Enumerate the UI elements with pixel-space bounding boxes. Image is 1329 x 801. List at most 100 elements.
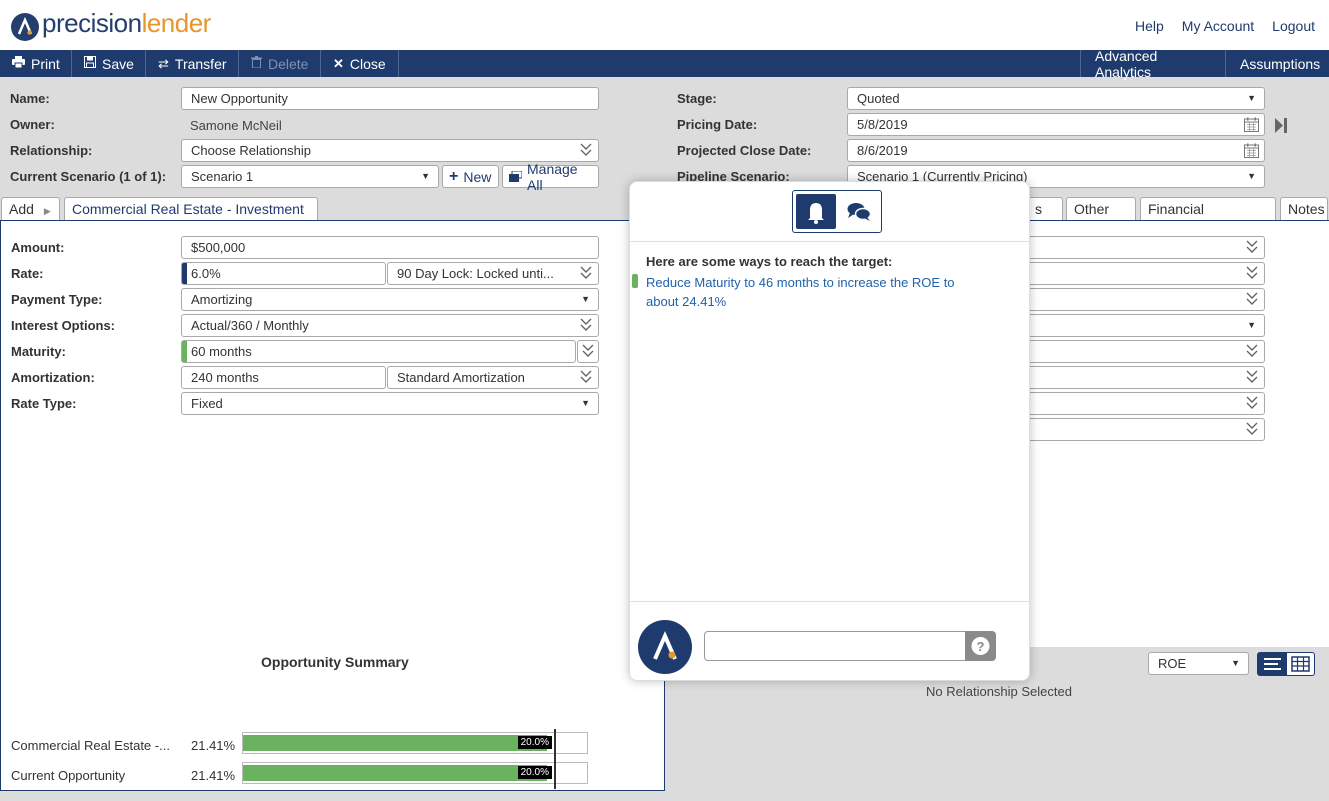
suggestion-link[interactable]: Reduce Maturity to 46 months to increase… <box>646 273 986 311</box>
tab-financial-statements[interactable]: Financial Statements <box>1140 197 1276 239</box>
amortization-type-value: Standard Amortization <box>397 370 525 385</box>
maturity-value: 60 months <box>191 344 252 359</box>
transfer-label: Transfer <box>174 55 227 72</box>
brand-logo[interactable]: precisionlender <box>11 8 212 41</box>
caret-down-icon: ▼ <box>1247 171 1256 181</box>
right-select-6[interactable] <box>1010 366 1265 389</box>
assistant-mode-toggle <box>792 190 882 233</box>
rate-lock-value: 90 Day Lock: Locked unti... <box>397 266 554 281</box>
caret-down-icon: ▼ <box>1247 93 1256 103</box>
partial-tab-label: s <box>1035 201 1042 217</box>
no-relationship-text: No Relationship Selected <box>926 684 1072 699</box>
target-marker <box>553 729 556 759</box>
double-chevron-down-icon <box>579 264 593 282</box>
scenario-select[interactable]: Scenario 1 ▼ <box>181 165 439 188</box>
print-button[interactable]: Print <box>0 50 72 77</box>
rate-label: Rate: <box>11 266 44 281</box>
advanced-analytics-button[interactable]: Advanced Analytics <box>1080 48 1225 80</box>
right-select-1[interactable] <box>1010 236 1265 259</box>
transfer-button[interactable]: ⇄ Transfer <box>146 50 239 77</box>
skip-forward-icon[interactable] <box>1275 118 1287 136</box>
chat-tab[interactable] <box>839 194 879 229</box>
tab-notes[interactable]: Notes <box>1280 197 1328 220</box>
payment-type-label: Payment Type: <box>11 292 103 307</box>
right-select-4[interactable]: ▼ <box>1010 314 1265 337</box>
interest-options-select[interactable]: Actual/360 / Monthly <box>181 314 599 337</box>
roe-progress-bar: 20.0% <box>242 759 588 789</box>
bar-view-button[interactable] <box>1258 653 1287 675</box>
tab-other[interactable]: Other0 <box>1066 197 1136 240</box>
notifications-tab[interactable] <box>796 194 836 229</box>
other-tab-label: Other <box>1074 201 1110 217</box>
assistant-logo-icon <box>653 630 677 660</box>
roe-bar-fill <box>243 765 548 781</box>
rate-type-value: Fixed <box>191 396 223 411</box>
rate-input[interactable]: 6.0% <box>181 262 386 285</box>
manage-all-button[interactable]: Manage All <box>502 161 599 193</box>
table-view-button[interactable] <box>1287 653 1314 675</box>
help-button[interactable]: ? <box>965 631 996 661</box>
summary-row-value: 21.41% <box>191 738 236 753</box>
chat-bubbles-icon <box>847 203 872 221</box>
close-label: Close <box>349 55 386 72</box>
right-select-2[interactable] <box>1010 262 1265 285</box>
maturity-indicator <box>182 341 187 362</box>
double-chevron-down-icon <box>1245 420 1259 438</box>
metric-select[interactable]: ROE ▼ <box>1148 652 1249 675</box>
double-chevron-down-icon <box>1245 290 1259 308</box>
double-chevron-down-icon <box>579 316 593 334</box>
close-button[interactable]: ✕ Close <box>321 50 399 77</box>
delete-button[interactable]: Delete <box>239 50 321 77</box>
help-link[interactable]: Help <box>1135 18 1164 34</box>
opportunity-summary-title: Opportunity Summary <box>261 654 409 670</box>
new-scenario-button[interactable]: + New <box>442 165 499 188</box>
logout-link[interactable]: Logout <box>1272 18 1315 34</box>
payment-type-select[interactable]: Amortizing ▼ <box>181 288 599 311</box>
interest-options-label: Interest Options: <box>11 318 116 333</box>
rate-lock-select[interactable]: 90 Day Lock: Locked unti... <box>387 262 599 285</box>
relationship-select-value: Choose Relationship <box>191 143 311 158</box>
maturity-input[interactable]: 60 months <box>181 340 576 363</box>
close-date-input[interactable]: 8/6/2019 <box>847 139 1265 162</box>
summary-row-label: Commercial Real Estate -... <box>11 738 170 753</box>
tab-commercial-real-estate[interactable]: Commercial Real Estate - Investment x <box>64 197 318 239</box>
amount-input[interactable]: $500,000 <box>181 236 599 259</box>
owner-value: Samone McNeil <box>190 118 282 133</box>
amortization-type-select[interactable]: Standard Amortization <box>387 366 599 389</box>
double-chevron-down-icon <box>1245 238 1259 256</box>
view-toggle <box>1257 652 1315 676</box>
double-chevron-down-icon <box>1245 394 1259 412</box>
summary-row-label: Current Opportunity <box>11 768 126 783</box>
calendar-icon <box>1244 117 1259 132</box>
name-input[interactable]: New Opportunity <box>181 87 599 110</box>
amortization-input[interactable]: 240 months <box>181 366 386 389</box>
assistant-chat-input[interactable] <box>704 631 966 661</box>
save-label: Save <box>102 55 134 72</box>
my-account-link[interactable]: My Account <box>1182 18 1254 34</box>
stage-select[interactable]: Quoted ▼ <box>847 87 1265 110</box>
current-scenario-label: Current Scenario (1 of 1): <box>10 169 167 184</box>
save-button[interactable]: Save <box>72 50 146 77</box>
loan-tab-label: Commercial Real Estate - Investment <box>72 201 304 217</box>
name-label: Name: <box>10 91 50 106</box>
pricing-date-input[interactable]: 5/8/2019 <box>847 113 1265 136</box>
add-tab[interactable]: Add ▶ <box>1 197 60 220</box>
right-select-8[interactable] <box>1010 418 1265 441</box>
double-chevron-down-icon <box>1245 264 1259 282</box>
rate-type-select[interactable]: Fixed ▼ <box>181 392 599 415</box>
double-chevron-down-icon <box>1245 342 1259 360</box>
target-value-tag: 20.0% <box>517 766 552 779</box>
maturity-dropdown-button[interactable] <box>577 340 599 363</box>
double-chevron-down-icon <box>581 342 595 360</box>
plus-icon: + <box>449 167 459 185</box>
relationship-select[interactable]: Choose Relationship <box>181 139 599 162</box>
double-chevron-down-icon <box>579 368 593 386</box>
tab-partial[interactable]: s0 <box>1028 197 1063 240</box>
right-select-3[interactable] <box>1010 288 1265 311</box>
assistant-avatar <box>638 620 692 674</box>
right-select-5[interactable] <box>1010 340 1265 363</box>
right-select-7[interactable] <box>1010 392 1265 415</box>
pricing-date-label: Pricing Date: <box>677 117 758 132</box>
assumptions-button[interactable]: Assumptions <box>1225 50 1329 77</box>
logo-text-lender: lender <box>141 8 212 38</box>
